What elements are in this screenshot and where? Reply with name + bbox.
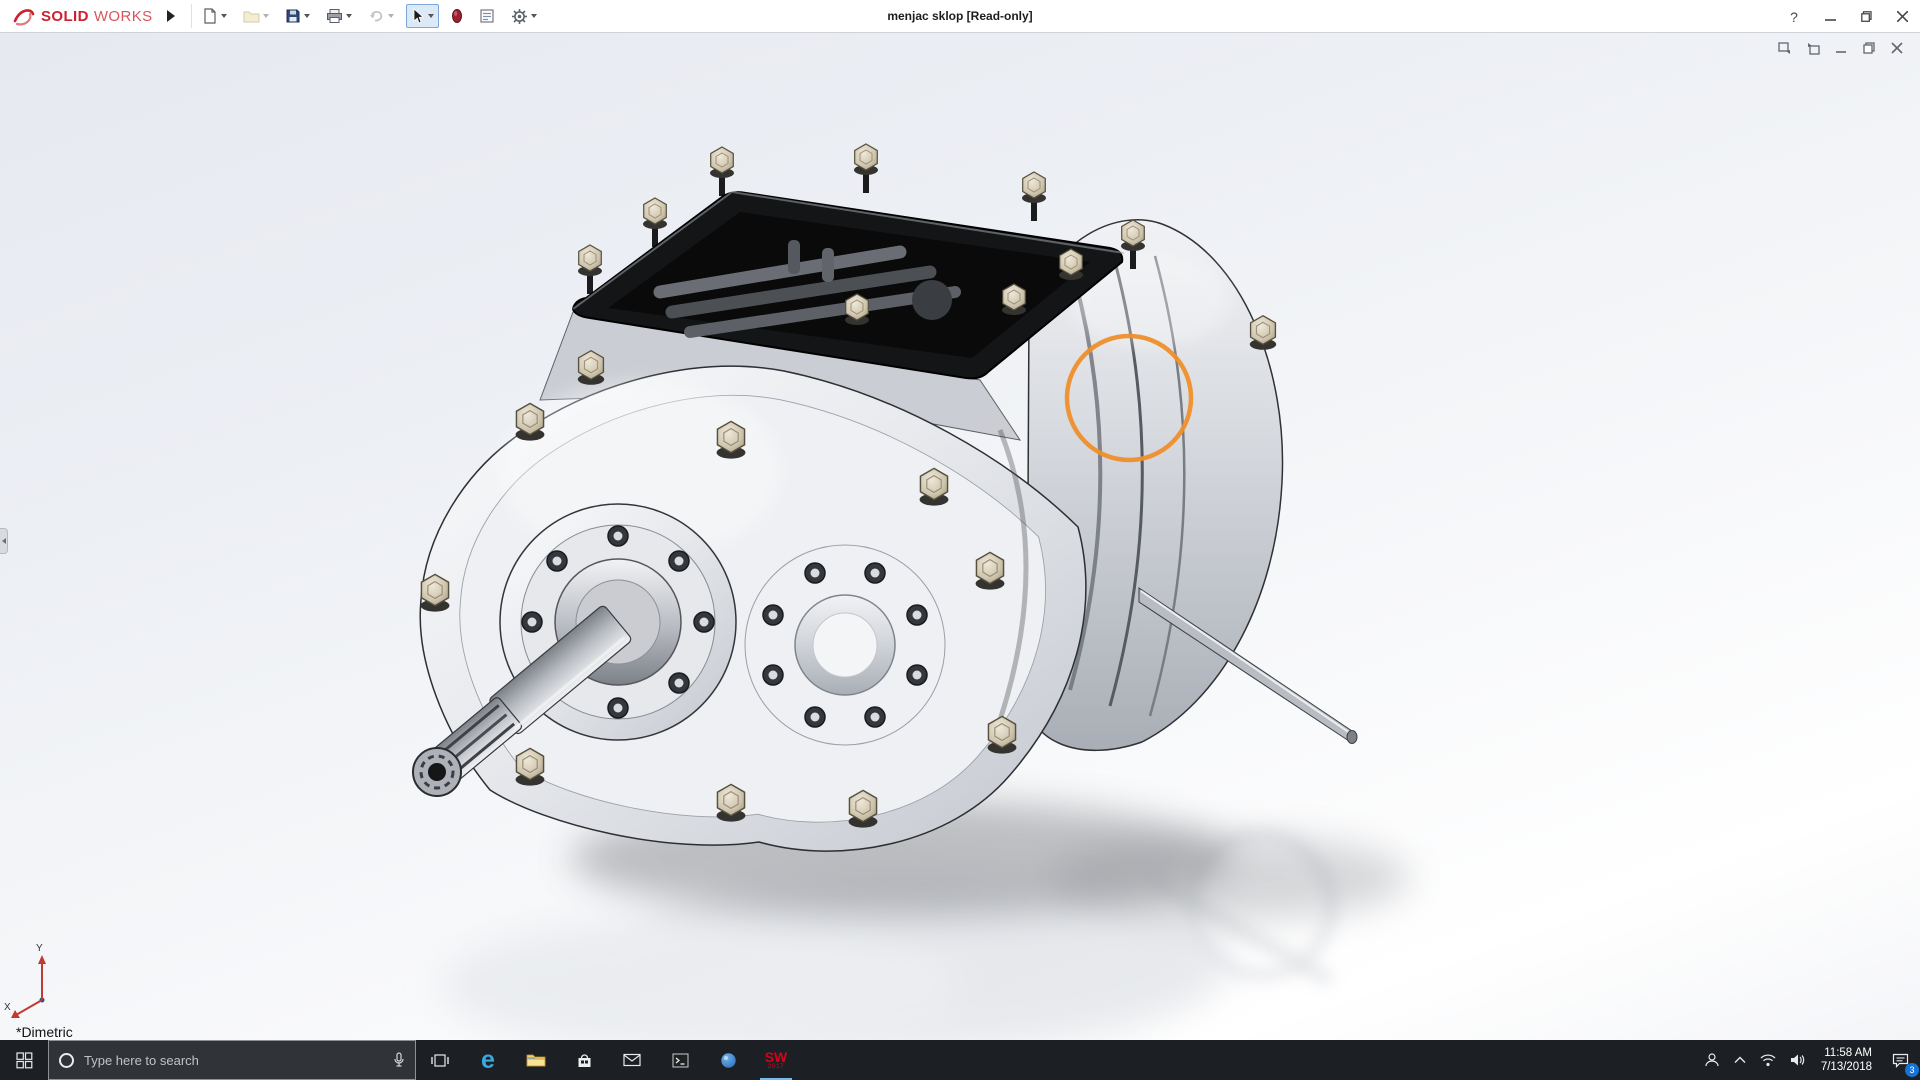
clock-date: 7/13/2018 (1821, 1060, 1872, 1074)
sheet-format-icon (479, 8, 495, 24)
notification-badge: 3 (1905, 1063, 1919, 1077)
volume-button[interactable] (1783, 1040, 1813, 1080)
minimize-button[interactable] (1812, 0, 1848, 33)
new-document-button[interactable] (198, 5, 231, 27)
view-orientation-label: *Dimetric (16, 1024, 73, 1040)
appearance-icon (451, 8, 463, 24)
minimize-icon (1825, 11, 1836, 22)
appearance-button[interactable] (447, 5, 467, 27)
taskbar-search[interactable] (48, 1040, 416, 1080)
help-button[interactable]: ? (1776, 0, 1812, 33)
close-button[interactable] (1884, 0, 1920, 33)
speaker-icon (1790, 1053, 1806, 1067)
chevron-down-icon[interactable] (221, 14, 227, 18)
store-button[interactable] (560, 1040, 608, 1080)
close-icon (1897, 11, 1908, 22)
print-button[interactable] (322, 5, 356, 27)
select-tool-button[interactable] (406, 4, 439, 28)
wifi-icon (1760, 1054, 1776, 1067)
edge-icon: e (481, 1048, 495, 1073)
windows-logo-icon (16, 1052, 33, 1069)
solidworks-taskbar-button[interactable]: SW 2017 (752, 1040, 800, 1080)
doc-minimize-button[interactable] (1832, 40, 1850, 56)
chevron-down-icon[interactable] (388, 14, 394, 18)
undo-button[interactable] (364, 5, 398, 27)
restore-icon (1861, 11, 1872, 22)
file-explorer-button[interactable] (512, 1040, 560, 1080)
store-icon (576, 1052, 593, 1069)
start-button[interactable] (0, 1040, 48, 1080)
quick-toolbar (198, 4, 541, 28)
taskbar: e SW 2 (0, 1040, 1920, 1080)
menu-expand-arrow[interactable] (167, 10, 175, 22)
titlebar: SOLID WORKS (0, 0, 1920, 33)
print-icon (326, 8, 343, 24)
maximize-button[interactable] (1848, 0, 1884, 33)
previous-window-button[interactable] (1776, 40, 1794, 56)
chevron-down-icon[interactable] (346, 14, 352, 18)
sheet-format-button[interactable] (475, 5, 499, 27)
chevron-up-icon (1734, 1056, 1746, 1064)
search-input[interactable] (84, 1053, 383, 1068)
open-folder-icon (243, 8, 260, 24)
document-window-controls (1776, 40, 1906, 56)
window-controls: ? (1776, 0, 1920, 33)
clock-time: 11:58 AM (1824, 1046, 1872, 1060)
solidworks-app-icon: SW 2017 (765, 1050, 788, 1071)
undo-icon (368, 8, 385, 24)
save-button[interactable] (281, 5, 314, 27)
doc-restore-button[interactable] (1860, 40, 1878, 56)
network-button[interactable] (1753, 1040, 1783, 1080)
pane-collapse-handle[interactable] (0, 528, 8, 554)
document-title: menjac sklop [Read-only] (887, 9, 1032, 23)
logo-text-solid: SOLID (41, 8, 89, 25)
command-prompt-button[interactable] (656, 1040, 704, 1080)
task-view-icon (431, 1053, 449, 1068)
microphone-icon[interactable] (393, 1052, 405, 1068)
doc-close-button[interactable] (1888, 40, 1906, 56)
open-button[interactable] (239, 5, 273, 27)
task-view-button[interactable] (416, 1040, 464, 1080)
chevron-down-icon[interactable] (428, 14, 434, 18)
mail-button[interactable] (608, 1040, 656, 1080)
app-button[interactable] (704, 1040, 752, 1080)
taskbar-clock[interactable]: 11:58 AM 7/13/2018 (1813, 1040, 1880, 1080)
chevron-down-icon[interactable] (304, 14, 310, 18)
chevron-down-icon[interactable] (263, 14, 269, 18)
cortana-icon (59, 1053, 74, 1068)
solidworks-logo: SOLID WORKS (0, 6, 161, 26)
select-cursor-icon (411, 8, 425, 24)
logo-text-works: WORKS (94, 8, 153, 25)
chevron-down-icon[interactable] (531, 14, 537, 18)
next-window-button[interactable] (1804, 40, 1822, 56)
graphics-viewport[interactable] (0, 33, 1920, 1040)
gear-icon (511, 8, 528, 25)
file-explorer-icon (526, 1052, 546, 1068)
app-icon (720, 1052, 737, 1069)
solidworks-logo-icon (12, 6, 36, 26)
toolbar-separator (191, 4, 192, 28)
new-document-icon (202, 8, 218, 24)
options-button[interactable] (507, 5, 541, 28)
system-tray: 11:58 AM 7/13/2018 3 (1697, 1040, 1920, 1080)
action-center-button[interactable]: 3 (1880, 1040, 1920, 1080)
save-icon (285, 8, 301, 24)
people-icon (1704, 1052, 1720, 1068)
mail-icon (623, 1053, 641, 1067)
hidden-icons-button[interactable] (1727, 1040, 1753, 1080)
edge-button[interactable]: e (464, 1040, 512, 1080)
command-prompt-icon (672, 1053, 689, 1068)
people-button[interactable] (1697, 1040, 1727, 1080)
